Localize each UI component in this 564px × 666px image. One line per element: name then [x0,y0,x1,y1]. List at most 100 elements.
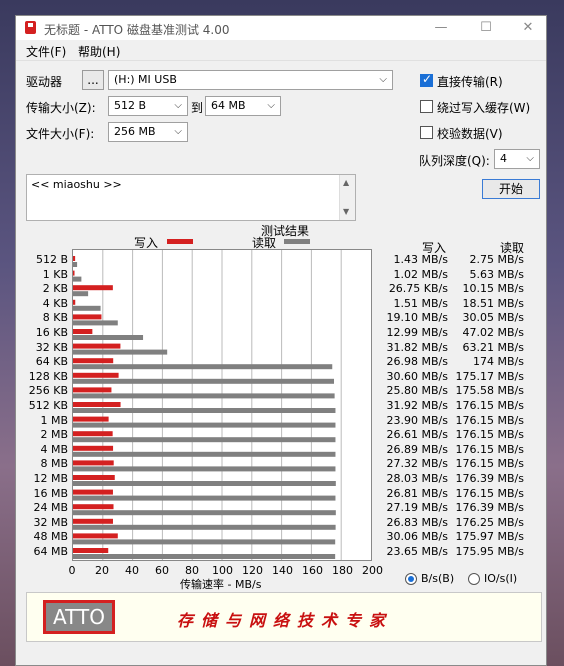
transfer-to-select[interactable]: 64 MB ⌵ [205,96,281,116]
queue-depth-label: 队列深度(Q): [419,154,490,168]
write-bar [73,475,115,480]
write-bar [73,402,121,407]
read-bar [73,510,336,516]
write-value: 26.61 MB/s [386,428,448,442]
atto-logo: ATTO [43,600,115,634]
write-bar [73,489,113,495]
write-value: 31.92 MB/s [386,399,448,412]
read-bar [73,437,336,443]
read-bar [73,291,89,297]
row-label: 64 MB [33,545,68,558]
write-bar [73,314,102,320]
write-value: 1.51 MB/s [393,296,448,310]
row-label: 32 MB [33,515,68,529]
x-tick-label: 200 [362,564,383,577]
unit-bytes-label: B/s(B) [421,572,455,585]
atto-banner: ATTO 存储与网络技术专家 [26,592,542,642]
write-bar [73,329,93,334]
read-value: 5.63 MB/s [469,267,524,281]
chevron-down-icon: ⌵ [174,100,182,111]
write-bar [73,343,121,349]
read-bar [73,335,144,340]
maximize-button[interactable]: ☐ [471,18,501,38]
close-button[interactable]: ✕ [513,18,543,38]
file-size-value: 256 MB [114,125,156,138]
start-button[interactable]: 开始 [482,179,540,199]
read-value: 174 MB/s [473,355,524,369]
file-size-select[interactable]: 256 MB ⌵ [108,122,188,142]
direct-io-checkbox[interactable] [420,72,433,87]
read-bar [73,451,336,457]
read-value: 176.15 MB/s [455,457,524,471]
legend-write-swatch [167,239,193,244]
row-label: 32 KB [35,340,68,354]
read-value: 175.58 MB/s [455,384,524,398]
to-label: 到 [191,101,204,115]
read-value: 176.25 MB/s [455,515,524,529]
write-bar [73,372,119,378]
description-textarea[interactable]: << miaoshu >> ▲ ▼ [26,174,356,221]
read-bar [73,393,335,399]
unit-bytes-radio[interactable] [405,573,417,585]
row-label: 1 MB [40,413,68,427]
read-bar [73,408,336,413]
write-bar [73,518,113,524]
read-value: 176.15 MB/s [455,428,524,442]
row-label: 512 B [35,253,68,266]
file-size-label: 文件大小(F): [26,127,95,141]
write-bar [73,270,75,276]
throughput-chart [73,250,342,560]
write-value: 26.75 KB/s [388,282,448,296]
menu-divider [16,60,546,61]
verify-checkbox[interactable] [420,126,433,139]
minimize-button[interactable]: — [426,18,456,38]
read-value: 2.75 MB/s [469,253,524,266]
write-bar [73,533,118,539]
read-bar [73,524,336,530]
read-bar [73,262,78,267]
read-bar [73,349,168,355]
bypass-cache-checkbox[interactable] [420,100,433,113]
x-tick-label: 140 [272,564,293,577]
row-label: 2 KB [42,282,68,296]
bypass-cache-label: 绕过写入缓存(W) [437,101,531,115]
row-label: 4 MB [40,442,68,456]
row-label: 2 MB [40,428,68,442]
row-label: 48 MB [33,530,68,544]
read-bar [73,378,335,384]
write-bar [73,548,109,553]
unit-io-radio[interactable] [468,573,480,585]
write-bar [73,299,76,305]
read-bar [73,305,101,311]
drive-select[interactable]: (H:) MI USB ⌵ [108,70,393,90]
description-text: << miaoshu >> [31,178,122,191]
write-value: 27.32 MB/s [386,457,448,471]
direct-io-label: 直接传输(R) [437,75,503,89]
write-value: 12.99 MB/s [386,326,448,339]
x-tick-label: 0 [68,564,76,577]
unit-io-label: IO/s(I) [484,572,518,585]
scroll-up-icon[interactable]: ▲ [343,178,349,187]
write-value: 26.83 MB/s [386,515,448,529]
transfer-from-select[interactable]: 512 B ⌵ [108,96,188,116]
row-label: 8 KB [42,311,68,325]
row-label: 16 KB [35,326,68,339]
verify-label: 校验数据(V) [437,127,503,141]
menu-bar: 文件(F) 帮助(H) [16,40,546,60]
queue-depth-select[interactable]: 4 ⌵ [494,149,540,169]
write-value: 26.98 MB/s [386,355,448,369]
write-value: 19.10 MB/s [386,311,448,325]
row-label: 1 KB [42,267,68,281]
browse-button[interactable]: ... [82,70,104,90]
write-bar [73,416,109,422]
drive-value: (H:) MI USB [114,73,177,86]
scroll-down-icon[interactable]: ▼ [343,207,349,216]
read-bar [73,554,336,559]
x-tick-label: 180 [332,564,353,577]
menu-file[interactable]: 文件(F) [26,43,66,60]
row-label: 64 KB [35,355,68,369]
write-value: 23.90 MB/s [386,413,448,427]
description-scrollbar[interactable]: ▲ ▼ [339,175,355,220]
queue-depth-value: 4 [500,152,507,165]
menu-help[interactable]: 帮助(H) [78,43,120,60]
